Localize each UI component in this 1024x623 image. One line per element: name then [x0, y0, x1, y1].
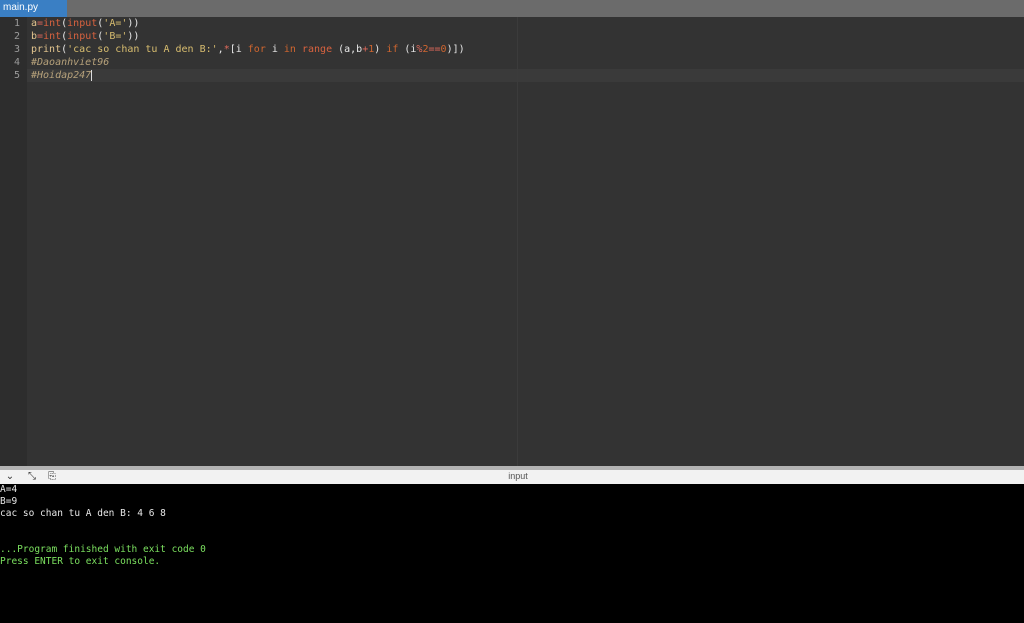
line-number-gutter: 1 2 3 4 5	[0, 17, 27, 466]
line-number: 1	[13, 18, 20, 29]
code-token: print	[31, 44, 62, 55]
active-line-highlight	[27, 69, 1024, 82]
chevron-down-icon[interactable]: ⌄	[3, 470, 17, 484]
console-toolbar: input ⌄ ⤡ ⎘	[0, 470, 1024, 484]
code-token: 'cac so chan tu A den B:'	[67, 44, 218, 55]
code-token: #Daoanhviet96	[31, 57, 110, 68]
code-token: int	[43, 31, 62, 42]
line-number: 5	[13, 70, 20, 81]
code-token: 'B='	[103, 31, 128, 42]
code-line[interactable]: #Daoanhviet96	[31, 56, 109, 69]
code-token: )])	[446, 44, 465, 55]
code-token: int	[43, 18, 62, 29]
print-margin	[517, 17, 518, 466]
code-token: 'A='	[103, 18, 128, 29]
expand-icon[interactable]: ⤡	[25, 470, 39, 484]
text-cursor	[91, 69, 93, 81]
code-token: if	[386, 44, 399, 55]
console-title: input	[508, 471, 528, 481]
code-editor[interactable]: 1 2 3 4 5 a=int(input('A=')) b=int(input…	[0, 17, 1024, 466]
code-token: (a,b	[332, 44, 363, 55]
line-number: 4	[13, 57, 20, 68]
console-line: Press ENTER to exit console.	[0, 556, 161, 567]
tab-main-py[interactable]: main.py	[0, 0, 67, 17]
console-line: A=4	[0, 484, 18, 495]
code-token: )	[374, 44, 387, 55]
code-line[interactable]: #Hoidap247	[31, 69, 93, 82]
copy-icon[interactable]: ⎘	[45, 470, 59, 484]
code-line[interactable]: b=int(input('B='))	[31, 30, 139, 43]
code-token: (i	[398, 44, 417, 55]
code-token: range	[301, 44, 333, 55]
line-number: 2	[13, 31, 20, 42]
code-token: ))	[127, 18, 140, 29]
tab-bar: main.py	[0, 0, 1024, 17]
code-token: [i	[229, 44, 248, 55]
console-line: cac so chan tu A den B: 4 6 8	[0, 508, 166, 519]
code-token: for	[247, 44, 266, 55]
code-token: #Hoidap247	[31, 70, 92, 81]
code-token: input	[67, 18, 98, 29]
code-token: ))	[127, 31, 140, 42]
line-number: 3	[13, 44, 20, 55]
console-line: B=9	[0, 496, 18, 507]
code-line[interactable]: a=int(input('A='))	[31, 17, 139, 30]
code-token: in	[283, 44, 296, 55]
console-output[interactable]: A=4 B=9 cac so chan tu A den B: 4 6 8 ..…	[0, 484, 1024, 623]
online-python-ide: main.py 1 2 3 4 5 a=int(input('A=')) b=i…	[0, 0, 1024, 623]
code-line[interactable]: print('cac so chan tu A den B:',*[i for …	[31, 43, 465, 56]
console-line: ...Program finished with exit code 0	[0, 544, 206, 555]
code-token: ==	[428, 44, 441, 55]
code-token: i	[265, 44, 284, 55]
code-token: input	[67, 31, 98, 42]
